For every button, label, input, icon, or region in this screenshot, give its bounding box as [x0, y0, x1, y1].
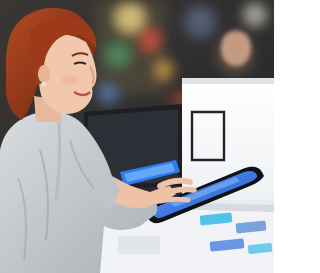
photo — [0, 0, 274, 273]
store-scene-illustration — [0, 0, 274, 273]
